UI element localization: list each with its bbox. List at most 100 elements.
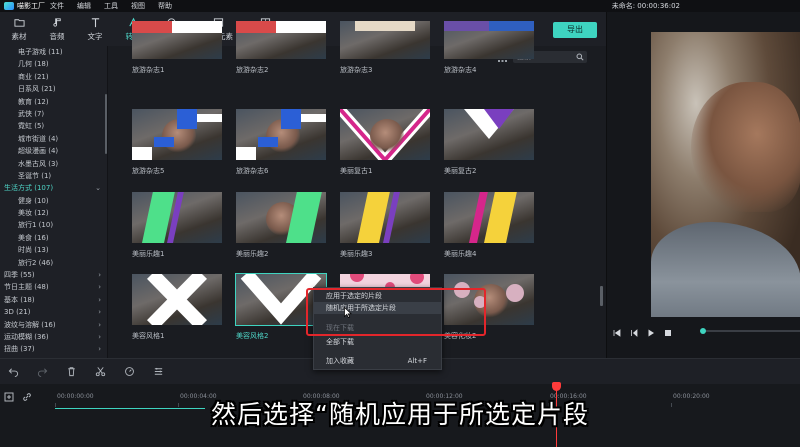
tab-media-label: 素材 (11, 32, 27, 41)
delete-icon[interactable] (66, 366, 77, 377)
category-item[interactable]: 健身 (10) (0, 195, 107, 207)
category-item[interactable]: 四季 (55) › (0, 269, 107, 281)
category-item[interactable]: 节日主题 (48) › (0, 281, 107, 293)
menu-download-all-label: 全部下载 (326, 338, 354, 346)
stop-icon[interactable] (664, 329, 672, 337)
chevron-down-icon[interactable]: ⌄ (95, 182, 101, 194)
step-back-icon[interactable] (613, 329, 621, 337)
transition-tile[interactable]: 美丽乐趣2 (236, 192, 326, 259)
tab-media[interactable]: 素材 (0, 12, 38, 46)
menu-edit[interactable]: 编辑 (77, 1, 91, 11)
chevron-right-icon[interactable]: › (98, 281, 101, 293)
menu-add-favorite[interactable]: 加入收藏 Alt+F (314, 355, 441, 367)
category-item[interactable]: 几何 (18) (0, 58, 107, 70)
transition-thumbnail[interactable] (340, 192, 430, 243)
chevron-right-icon[interactable]: › (98, 343, 101, 355)
transition-name: 旅游杂志5 (132, 167, 165, 175)
transition-tile[interactable]: 旅游杂志6 (236, 109, 326, 176)
transition-tile[interactable]: 旅游杂志2 (236, 21, 326, 75)
category-item[interactable]: 基本 (18) › (0, 294, 107, 306)
undo-icon[interactable] (8, 366, 19, 377)
speed-icon[interactable] (124, 366, 135, 377)
progress-knob[interactable] (700, 328, 706, 334)
chevron-right-icon[interactable]: › (98, 294, 101, 306)
category-item[interactable]: 城市街道 (4) (0, 133, 107, 145)
tab-audio[interactable]: 音频 (38, 12, 76, 46)
transition-thumbnail[interactable] (132, 274, 222, 325)
search-icon[interactable] (576, 53, 584, 61)
menu-download-all[interactable]: 全部下载 (314, 336, 441, 348)
transition-thumbnail[interactable] (236, 109, 326, 160)
transition-tile[interactable]: 美丽乐趣1 (132, 192, 222, 259)
category-label: 圣诞节 (1) (18, 171, 52, 180)
logo-text: 喵影工厂 (17, 2, 45, 10)
menu-tools[interactable]: 工具 (104, 1, 118, 11)
transition-tile[interactable]: 美丽乐趣3 (340, 192, 430, 259)
category-item[interactable]: 时尚 (13) (0, 244, 107, 256)
category-item[interactable]: 商业 (21) (0, 71, 107, 83)
menu-view[interactable]: 视图 (131, 1, 145, 11)
transition-tile[interactable]: 美丽复古1 (340, 109, 430, 176)
transition-thumbnail[interactable] (444, 192, 534, 243)
category-item[interactable]: 教育 (12) (0, 96, 107, 108)
transition-thumbnail[interactable] (132, 21, 222, 59)
category-item[interactable]: 霓虹 (5) (0, 120, 107, 132)
category-item[interactable]: 扭曲 (37) › (0, 343, 107, 355)
transition-tile[interactable]: 旅游杂志3 (340, 21, 430, 75)
category-item[interactable]: 电子游戏 (11) (0, 46, 107, 58)
export-button[interactable]: 导出 (553, 22, 597, 38)
logo-mark-icon (4, 2, 14, 10)
transition-tile[interactable]: 旅游杂志4 (444, 21, 534, 75)
cut-icon[interactable] (95, 366, 106, 377)
chevron-right-icon[interactable]: › (98, 331, 101, 343)
category-item[interactable]: 旅行1 (10) (0, 219, 107, 231)
transition-tile[interactable]: 美容风格1 (132, 274, 222, 341)
transition-thumbnail[interactable] (444, 109, 534, 160)
play-icon[interactable] (647, 329, 655, 337)
rewind-icon[interactable] (630, 329, 638, 337)
transition-tile[interactable]: 美丽乐趣4 (444, 192, 534, 259)
chevron-right-icon[interactable]: › (98, 306, 101, 318)
preview-progress-bar[interactable] (700, 328, 800, 334)
sidebar-scrollbar[interactable] (105, 94, 107, 154)
transition-thumbnail[interactable] (132, 192, 222, 243)
category-item[interactable]: 武侠 (7) (0, 108, 107, 120)
app-logo: 喵影工厂 (0, 0, 50, 12)
chevron-right-icon[interactable]: › (98, 319, 101, 331)
playhead-handle[interactable] (552, 382, 561, 391)
category-label: 健身 (10) (18, 196, 49, 205)
tab-audio-label: 音频 (49, 32, 65, 41)
category-item[interactable]: 运动模糊 (36) › (0, 331, 107, 343)
adjust-icon[interactable] (153, 366, 164, 377)
category-item[interactable]: 美妆 (12) (0, 207, 107, 219)
transition-thumbnail[interactable] (340, 109, 430, 160)
category-item[interactable]: 旅行2 (46) (0, 257, 107, 269)
category-label: 几何 (18) (18, 60, 49, 69)
category-item[interactable]: 3D (21) › (0, 306, 107, 318)
menu-help[interactable]: 帮助 (158, 1, 172, 11)
transition-thumbnail[interactable] (236, 192, 326, 243)
transition-tile[interactable]: 美丽复古2 (444, 109, 534, 176)
category-label: 日系风 (21) (18, 85, 56, 94)
category-item[interactable]: 圣诞节 (1) (0, 170, 107, 182)
transition-thumbnail[interactable] (444, 21, 534, 59)
category-item[interactable]: 日系风 (21) (0, 83, 107, 95)
chevron-right-icon[interactable]: › (98, 269, 101, 281)
transition-tile[interactable]: 旅游杂志1 (132, 21, 222, 75)
redo-icon[interactable] (37, 366, 48, 377)
category-label: 运动模糊 (36) (4, 332, 49, 341)
category-item[interactable]: 美食 (16) (0, 232, 107, 244)
category-item[interactable]: 水墨古风 (3) (0, 158, 107, 170)
menu-file[interactable]: 文件 (50, 1, 64, 11)
tab-text[interactable]: 文字 (76, 12, 114, 46)
category-item[interactable]: 波纹与溶解 (16) › (0, 319, 107, 331)
transition-thumbnail[interactable] (236, 21, 326, 59)
library-scrollbar[interactable] (600, 286, 603, 306)
transition-tile[interactable]: 旅游杂志5 (132, 109, 222, 176)
transition-thumbnail[interactable] (340, 21, 430, 59)
transition-thumbnail[interactable] (132, 109, 222, 160)
category-label: 旅行2 (46) (18, 258, 54, 267)
category-item[interactable]: 生活方式 (107) ⌄ (0, 182, 107, 194)
transition-name: 美丽乐趣3 (340, 250, 373, 258)
category-item[interactable]: 超级漫画 (4) (0, 145, 107, 157)
